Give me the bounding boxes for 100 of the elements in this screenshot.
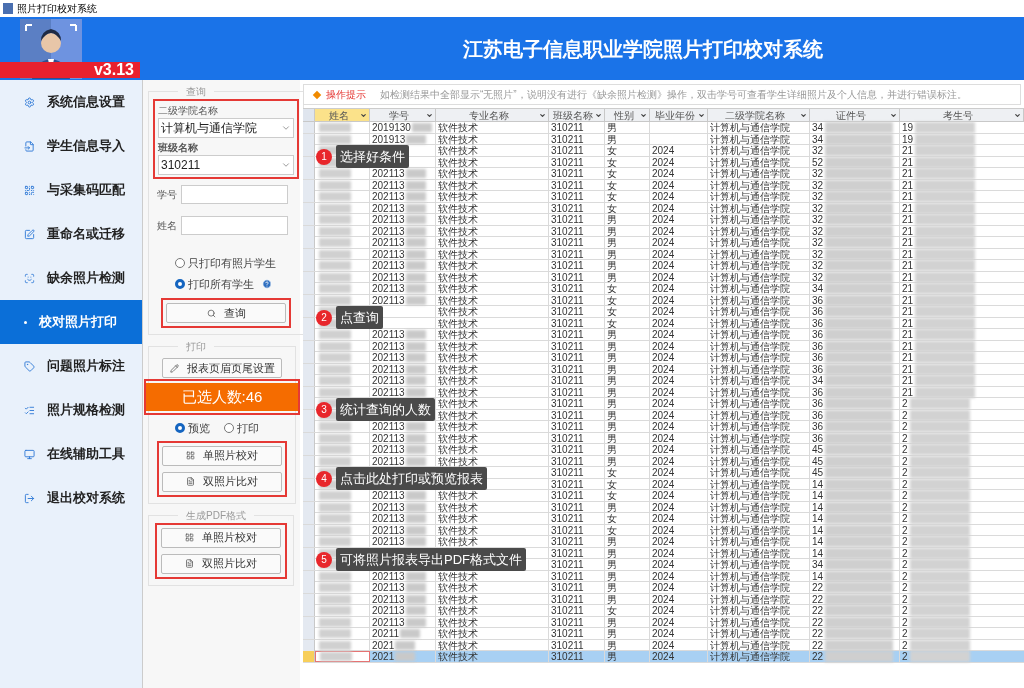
row-selector[interactable]	[303, 271, 315, 283]
row-selector[interactable]	[303, 375, 315, 386]
dropdown-icon[interactable]	[595, 111, 602, 119]
row-selector[interactable]	[303, 455, 315, 467]
college-select[interactable]: 计算机与通信学院	[158, 118, 294, 138]
table-row[interactable]: 202113 软件技术 310211 女 2024 计算机与通信学院 14 2	[303, 513, 1024, 525]
sidebar-item[interactable]: 重命名或迁移	[0, 212, 142, 256]
column-header[interactable]: 专业名称	[436, 109, 549, 121]
row-selector[interactable]	[303, 570, 315, 582]
radio-option[interactable]: 只打印有照片学生	[175, 255, 276, 272]
column-header[interactable]: 毕业年份	[650, 109, 708, 121]
row-selector[interactable]	[303, 352, 315, 363]
table-row[interactable]: 202113 软件技术 310211 女 2024 计算机与通信学院 32 21	[303, 191, 1024, 203]
row-selector[interactable]	[303, 478, 315, 490]
table-row[interactable]: 202113 软件技术 310211 女 2024 计算机与通信学院 34 21	[303, 283, 1024, 295]
input-field[interactable]	[181, 185, 288, 204]
row-selector[interactable]	[303, 179, 315, 191]
row-selector[interactable]	[303, 363, 315, 375]
row-selector[interactable]	[303, 582, 315, 593]
table-row[interactable]: 202113 软件技术 310211 男 2024 计算机与通信学院 22 2	[303, 582, 1024, 594]
row-selector[interactable]	[303, 536, 315, 547]
row-selector[interactable]	[303, 306, 315, 317]
row-selector[interactable]	[303, 294, 315, 306]
row-selector[interactable]	[303, 214, 315, 225]
row-selector[interactable]	[303, 191, 315, 202]
row-selector[interactable]	[303, 329, 315, 340]
dropdown-icon[interactable]	[426, 111, 433, 119]
row-selector[interactable]	[303, 145, 315, 156]
row-selector[interactable]	[303, 156, 315, 168]
pdf-button[interactable]: 单照片校对	[161, 527, 281, 548]
row-selector[interactable]	[303, 444, 315, 455]
corner-cell[interactable]	[303, 109, 315, 121]
row-selector[interactable]	[303, 421, 315, 432]
row-selector[interactable]	[303, 524, 315, 536]
sidebar-item[interactable]: 与采集码匹配	[0, 168, 142, 212]
sidebar-item[interactable]: 退出校对系统	[0, 476, 142, 520]
class-select[interactable]: 310211	[158, 155, 294, 175]
row-selector[interactable]	[303, 639, 315, 651]
input-field[interactable]	[181, 216, 288, 235]
column-header[interactable]: 姓名	[315, 109, 370, 121]
sidebar-item[interactable]: 在线辅助工具	[0, 432, 142, 476]
dropdown-icon[interactable]	[640, 111, 647, 119]
row-selector[interactable]	[303, 628, 315, 639]
report-button[interactable]: 单照片校对	[162, 445, 282, 466]
dropdown-icon[interactable]	[1014, 111, 1021, 119]
row-selector[interactable]	[303, 133, 315, 145]
column-header[interactable]: 班级名称	[549, 109, 605, 121]
row-selector[interactable]	[303, 386, 315, 398]
table-row[interactable]: 202113 软件技术 310211 女 2024 计算机与通信学院 14 2	[303, 490, 1024, 502]
table-row[interactable]: 202113 软件技术 310211 男 2024 计算机与通信学院 36 2	[303, 421, 1024, 433]
report-button[interactable]: 双照片比对	[162, 471, 282, 492]
row-selector[interactable]	[303, 513, 315, 524]
row-selector[interactable]	[303, 122, 315, 133]
table-row[interactable]: 202113 软件技术 310211 男 2024 计算机与通信学院 32 21	[303, 214, 1024, 226]
row-selector[interactable]	[303, 248, 315, 260]
row-selector[interactable]	[303, 432, 315, 444]
table-row[interactable]: 202113 软件技术 310211 男 2024 计算机与通信学院 34 21	[303, 375, 1024, 387]
column-header[interactable]: 学号	[370, 109, 436, 121]
row-selector[interactable]	[303, 593, 315, 605]
dropdown-icon[interactable]	[890, 111, 897, 119]
radio-option[interactable]: 打印所有学生	[175, 275, 254, 292]
table-row[interactable]: 202113 软件技术 310211 男 2024 计算机与通信学院 45 2	[303, 444, 1024, 456]
table-row[interactable]: 2019130 软件技术 310211 男 计算机与通信学院 34 19	[303, 122, 1024, 134]
row-selector[interactable]	[303, 317, 315, 329]
row-selector[interactable]	[303, 202, 315, 214]
row-selector[interactable]	[303, 283, 315, 294]
dropdown-icon[interactable]	[360, 111, 367, 119]
row-selector[interactable]	[303, 605, 315, 616]
row-selector[interactable]	[303, 409, 315, 421]
table-row[interactable]: 202113 软件技术 310211 男 2024 计算机与通信学院 32 21	[303, 237, 1024, 249]
row-selector[interactable]	[303, 340, 315, 352]
row-selector[interactable]	[303, 547, 315, 559]
row-selector[interactable]	[303, 616, 315, 628]
table-row[interactable]: 20211 软件技术 310211 男 2024 计算机与通信学院 22 2	[303, 628, 1024, 640]
header-footer-button[interactable]: 报表页眉页尾设置	[162, 358, 282, 378]
column-header[interactable]: 二级学院名称	[708, 109, 810, 121]
column-header[interactable]: 证件号	[810, 109, 900, 121]
row-selector[interactable]	[303, 651, 315, 662]
table-row[interactable]: 2021 软件技术 310211 男 2024 计算机与通信学院 22 2	[303, 651, 1024, 663]
radio-option[interactable]: 预览	[175, 420, 210, 437]
dropdown-icon[interactable]	[800, 111, 807, 119]
radio-option[interactable]: 打印	[224, 420, 259, 437]
table-row[interactable]: 202113 软件技术 310211 男 2024 计算机与通信学院 36 21	[303, 329, 1024, 341]
row-selector[interactable]	[303, 237, 315, 248]
dropdown-icon[interactable]	[698, 111, 705, 119]
row-selector[interactable]	[303, 168, 315, 179]
sidebar-item[interactable]: 缺余照片检测	[0, 256, 142, 300]
row-selector[interactable]	[303, 490, 315, 501]
row-selector[interactable]	[303, 467, 315, 478]
sidebar-item[interactable]: 学生信息导入	[0, 124, 142, 168]
pdf-button[interactable]: 双照片比对	[161, 553, 281, 574]
query-button[interactable]: 查询	[166, 303, 286, 323]
sidebar-item[interactable]: 校对照片打印	[0, 300, 142, 344]
column-header[interactable]: 性别	[605, 109, 650, 121]
table-row[interactable]: 202113 软件技术 310211 女 2024 计算机与通信学院 32 21	[303, 168, 1024, 180]
help-icon[interactable]	[262, 278, 272, 289]
table-row[interactable]: 202113 软件技术 310211 男 2024 计算机与通信学院 36 21	[303, 352, 1024, 364]
row-selector[interactable]	[303, 501, 315, 513]
row-selector[interactable]	[303, 225, 315, 237]
row-selector[interactable]	[303, 260, 315, 271]
